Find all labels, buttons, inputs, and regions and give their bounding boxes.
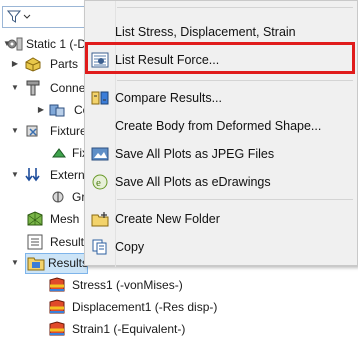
results-folder-icon: [27, 257, 45, 271]
menu-item-label: Compare Results...: [115, 91, 222, 105]
fixed-geometry-icon: [52, 148, 66, 158]
menu-separator: [117, 199, 353, 200]
fixtures-icon: [26, 125, 38, 137]
menu-item-compare-results[interactable]: Compare Results...: [85, 86, 357, 110]
strain-plot-icon: [49, 321, 65, 336]
collapse-icon[interactable]: ▼: [10, 78, 20, 98]
collapse-icon[interactable]: ▼: [10, 253, 20, 273]
menu-item-copy[interactable]: Copy: [85, 235, 357, 259]
tree-node-label: Parts: [50, 57, 79, 71]
collapse-icon[interactable]: ▼: [10, 121, 20, 141]
displacement-plot-icon: [49, 299, 65, 314]
menu-item-create-body-from-deformed-shape[interactable]: Create Body from Deformed Shape...: [85, 114, 357, 138]
tree-node-label: Results: [48, 256, 89, 270]
jpeg-icon: [91, 147, 109, 161]
tree-node-label: Static 1 (-D: [26, 37, 87, 51]
expand-icon[interactable]: ▶: [36, 100, 46, 120]
tree-node-label: Strain1 (-Equivalent-): [72, 322, 186, 336]
menu-separator: [117, 7, 353, 8]
filter-icon: [7, 10, 31, 23]
menu-item-create-new-folder[interactable]: Create New Folder: [85, 207, 357, 231]
menu-item-label: Save All Plots as JPEG Files: [115, 147, 275, 161]
context-menu: List Stress, Displacement, Strain List R…: [84, 0, 358, 267]
study-gear-icon: [7, 37, 23, 51]
tree-node-label: Result: [50, 235, 85, 249]
svg-text:e: e: [96, 177, 101, 189]
compare-results-icon: [91, 91, 109, 105]
external-loads-icon: [25, 168, 40, 182]
menu-separator: [117, 80, 353, 81]
expand-icon[interactable]: ▶: [10, 54, 20, 74]
copy-icon: [92, 239, 107, 255]
collapse-icon[interactable]: ▼: [10, 165, 20, 185]
tree-node-label: Mesh: [50, 212, 80, 226]
tree-node-label: Stress1 (-vonMises-): [72, 278, 183, 292]
menu-item-label: Copy: [115, 240, 145, 254]
result-options-icon: [27, 234, 43, 250]
annotation-highlight-box: [85, 42, 355, 74]
menu-item-label: Create New Folder: [115, 212, 220, 226]
gravity-icon: [52, 191, 64, 203]
stress-plot-icon: [49, 277, 65, 292]
new-folder-icon: [91, 212, 109, 227]
parts-icon: [25, 57, 41, 72]
menu-item-save-all-plots-edrawings[interactable]: e Save All Plots as eDrawings: [85, 170, 357, 194]
menu-item-label: List Stress, Displacement, Strain: [115, 25, 296, 39]
menu-item-list-stress-displacement-strain[interactable]: List Stress, Displacement, Strain: [85, 20, 357, 44]
tree-node-label: Displacement1 (-Res disp-): [72, 300, 218, 314]
menu-item-label: Create Body from Deformed Shape...: [115, 119, 322, 133]
tree-node-label: Conne: [50, 81, 86, 95]
tree-filter-button[interactable]: [2, 6, 90, 28]
mesh-icon: [27, 211, 43, 226]
edrawings-icon: e: [92, 174, 108, 190]
menu-item-save-all-plots-jpeg[interactable]: Save All Plots as JPEG Files: [85, 142, 357, 166]
tree-node-label: Fixture: [50, 124, 87, 138]
menu-item-label: Save All Plots as eDrawings: [115, 175, 271, 189]
contact-icon: [49, 104, 65, 117]
connections-icon: [26, 80, 40, 96]
